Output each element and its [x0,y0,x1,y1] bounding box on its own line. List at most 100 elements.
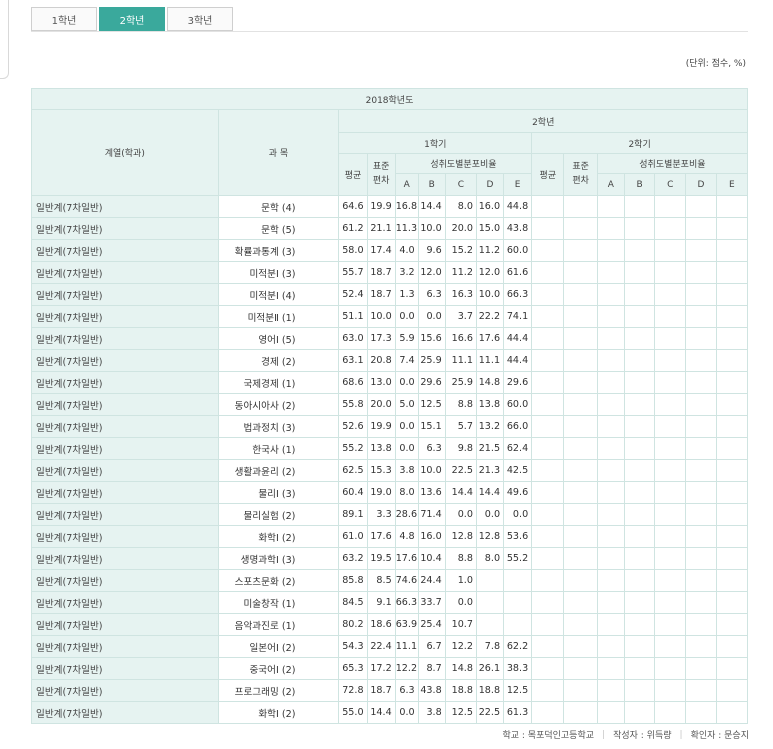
s1-a-cell: 11.3 [394,217,419,240]
s1-e-cell: 44.4 [503,327,533,350]
s2-empty-cell [654,305,687,328]
s1-std-cell: 20.0 [366,393,396,416]
dept-cell: 일반계(7차일반) [31,327,219,350]
s2-empty-cell [531,349,565,372]
s1-c-cell: 12.5 [444,701,477,724]
s1-c-cell: 14.8 [444,657,477,680]
s2-std-top: 표준 [572,162,589,172]
table-row: 일반계(7차일반) 프로그래밍 (2) 72.8 18.7 6.3 43.8 18.8 18.… [31,679,749,702]
s1-std-cell: 18.7 [366,261,396,284]
s2-empty-cell [685,437,717,460]
s1-e-cell: 66.3 [503,283,533,306]
table-row: 일반계(7차일반) 화학Ⅰ (2) 61.0 17.6 4.8 16.0 12.8 12.8 5… [31,525,749,548]
s2-empty-cell [685,635,717,658]
s2-empty-cell [654,657,687,680]
s2-empty-cell [715,195,749,218]
semester-2-header: 2학기 [531,132,748,154]
subject-cell: 미적분Ⅰ (4) [217,283,340,306]
s2-std-header: 표준 편차 [563,153,598,196]
s1-d-cell: 21.3 [475,459,505,482]
s2-empty-cell [654,459,687,482]
s1-b-cell: 10.4 [417,547,446,570]
subject-cell: 화학Ⅰ (2) [217,701,340,724]
table-row: 일반계(7차일반) 화학Ⅰ (2) 55.0 14.4 0.0 3.8 12.5 22.5 61… [31,701,749,724]
table-row: 일반계(7차일반) 중국어Ⅰ (2) 65.3 17.2 12.2 8.7 14.8 26.1… [31,657,749,680]
s1-avg-cell: 51.1 [338,305,368,328]
s2-empty-cell [563,657,598,680]
s2-empty-cell [623,657,656,680]
s1-grade-c: C [444,173,477,196]
s1-c-cell: 8.0 [444,195,477,218]
subject-cell: 확률과통계 (3) [217,239,340,262]
s2-empty-cell [563,679,598,702]
subject-cell: 물리Ⅰ (3) [217,481,340,504]
dept-cell: 일반계(7차일반) [31,261,219,284]
s1-d-cell: 17.6 [475,327,505,350]
table-row: 일반계(7차일반) 생활과윤리 (2) 62.5 15.3 3.8 10.0 22.5 21.… [31,459,749,482]
tab-grade-3[interactable]: 3학년 [167,7,233,31]
s1-b-cell: 29.6 [417,371,446,394]
s2-empty-cell [623,525,656,548]
s2-empty-cell [654,195,687,218]
tab-grade-2[interactable]: 2학년 [99,7,165,31]
s2-empty-cell [654,349,687,372]
subject-cell: 한국사 (1) [217,437,340,460]
s2-empty-cell [715,635,749,658]
footer-separator: | [679,729,683,740]
s1-b-cell: 33.7 [417,591,446,614]
dept-cell: 일반계(7차일반) [31,283,219,306]
subject-cell: 문학 (4) [217,195,340,218]
s1-d-cell: 15.0 [475,217,505,240]
s2-empty-cell [596,657,625,680]
s1-avg-cell: 61.2 [338,217,368,240]
s1-a-cell: 5.9 [394,327,419,350]
s1-std-cell: 3.3 [366,503,396,526]
subject-cell: 생명과학Ⅰ (3) [217,547,340,570]
s1-e-cell: 43.8 [503,217,533,240]
s2-empty-cell [654,503,687,526]
s2-empty-cell [654,217,687,240]
s2-empty-cell [623,195,656,218]
s2-empty-cell [623,393,656,416]
s2-empty-cell [685,657,717,680]
s2-empty-cell [531,393,565,416]
tab-grade-1[interactable]: 1학년 [31,7,97,31]
dept-cell: 일반계(7차일반) [31,569,219,592]
subject-cell: 화학Ⅰ (2) [217,525,340,548]
s2-empty-cell [531,261,565,284]
s1-b-cell: 25.4 [417,613,446,636]
s2-grade-c: C [654,173,687,196]
s2-empty-cell [654,371,687,394]
s1-c-cell: 16.3 [444,283,477,306]
s2-empty-cell [563,481,598,504]
s1-c-cell: 5.7 [444,415,477,438]
year-header: 2018학년도 [31,88,748,110]
s2-empty-cell [563,261,598,284]
s2-empty-cell [715,525,749,548]
s1-d-cell: 16.0 [475,195,505,218]
s1-a-cell: 74.6 [394,569,419,592]
s1-std-cell: 9.1 [366,591,396,614]
s2-empty-cell [596,349,625,372]
dept-cell: 일반계(7차일반) [31,547,219,570]
s2-empty-cell [654,239,687,262]
s1-d-cell: 7.8 [475,635,505,658]
s2-empty-cell [685,481,717,504]
s2-empty-cell [596,569,625,592]
s2-empty-cell [596,547,625,570]
s1-d-cell: 13.8 [475,393,505,416]
table-row: 일반계(7차일반) 미적분Ⅰ (4) 52.4 18.7 1.3 6.3 16.3 10.0 6… [31,283,749,306]
dept-cell: 일반계(7차일반) [31,371,219,394]
subject-column-header: 과 목 [217,109,340,196]
s1-a-cell: 0.0 [394,305,419,328]
s1-avg-cell: 55.8 [338,393,368,416]
table-row: 일반계(7차일반) 물리Ⅰ (3) 60.4 19.0 8.0 13.6 14.4 14.4 4… [31,481,749,504]
s2-empty-cell [715,217,749,240]
dept-cell: 일반계(7차일반) [31,217,219,240]
s2-empty-cell [563,525,598,548]
s1-a-cell: 0.0 [394,701,419,724]
dept-cell: 일반계(7차일반) [31,679,219,702]
table-row: 일반계(7차일반) 문학 (5) 61.2 21.1 11.3 10.0 20.0 15.0 4… [31,217,749,240]
side-panel-edge [0,0,9,79]
s1-e-cell [503,591,533,614]
